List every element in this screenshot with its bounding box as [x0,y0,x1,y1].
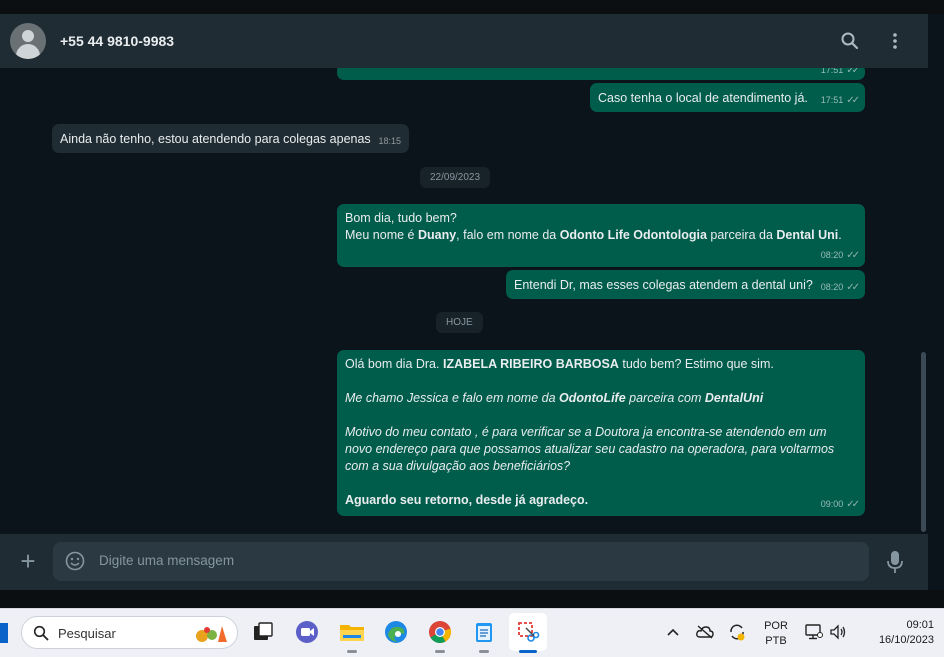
language-indicator[interactable]: POR PTB [760,619,792,649]
message-input[interactable]: Digite uma mensagem [53,542,869,581]
volume-icon[interactable] [826,617,850,647]
display-icon[interactable] [802,617,826,647]
message-bubble[interactable]: Bom dia, tudo bem? Meu nome é Duany, fal… [337,204,865,267]
fruit-decoration-icon [196,626,227,642]
message-composer: + Digite uma mensagem [0,534,928,590]
date-divider: HOJE [436,312,483,333]
sync-icon[interactable] [724,617,750,647]
double-check-icon: ✓✓ [846,95,860,106]
attach-plus-icon[interactable]: + [16,546,40,576]
chat-area[interactable]: 17:51 ✓✓ Caso tenha o local de atendiment… [0,68,928,534]
search-icon[interactable] [835,14,865,68]
double-check-icon: ✓✓ [846,250,860,261]
start-button[interactable] [0,623,8,643]
chat-header[interactable]: +55 44 9810-9983 [0,14,928,68]
cloud-offline-icon[interactable] [692,617,718,647]
task-view-icon[interactable] [248,617,278,647]
message-bubble[interactable]: Entendi Dr, mas esses colegas atendem a … [506,270,865,299]
contact-name[interactable]: +55 44 9810-9983 [60,33,174,49]
emoji-icon[interactable] [65,551,85,571]
system-clock[interactable]: 09:01 16/10/2023 [858,618,934,648]
windows-taskbar: Pesquisar POR PTB 09:01 16/10/2023 [0,608,944,657]
message-bubble[interactable]: Olá bom dia Dra. IZABELA RIBEIRO BARBOSA… [337,350,865,516]
window-top-strip [0,0,944,14]
app-active-indicator [519,650,537,653]
chat-scrollbar[interactable] [921,352,926,532]
message-placeholder: Digite uma mensagem [99,553,235,568]
search-icon [33,625,49,641]
app-running-indicator [435,650,445,653]
avatar[interactable] [10,23,46,59]
search-label: Pesquisar [58,626,116,641]
message-bubble-partial[interactable]: 17:51 ✓✓ [337,68,865,80]
edge-browser-icon[interactable] [381,617,411,647]
taskbar-search[interactable]: Pesquisar [21,616,238,649]
window-right-edge [928,14,944,590]
date-divider: 22/09/2023 [420,167,491,188]
notepad-icon[interactable] [469,617,499,647]
window-bottom-strip [0,590,944,608]
microphone-icon[interactable] [884,549,906,575]
menu-icon[interactable] [880,14,910,68]
double-check-icon: ✓✓ [846,68,860,76]
message-bubble[interactable]: Caso tenha o local de atendimento já. 17… [590,83,865,112]
chevron-up-icon[interactable] [660,617,686,647]
snipping-tool-icon[interactable] [513,617,543,647]
app-running-indicator [479,650,489,653]
double-check-icon: ✓✓ [846,499,860,510]
app-running-indicator [347,650,357,653]
meet-app-icon[interactable] [292,617,322,647]
double-check-icon: ✓✓ [846,282,860,293]
message-bubble[interactable]: Ainda não tenho, estou atendendo para co… [52,124,409,153]
chrome-browser-icon[interactable] [425,617,455,647]
file-explorer-icon[interactable] [337,617,367,647]
